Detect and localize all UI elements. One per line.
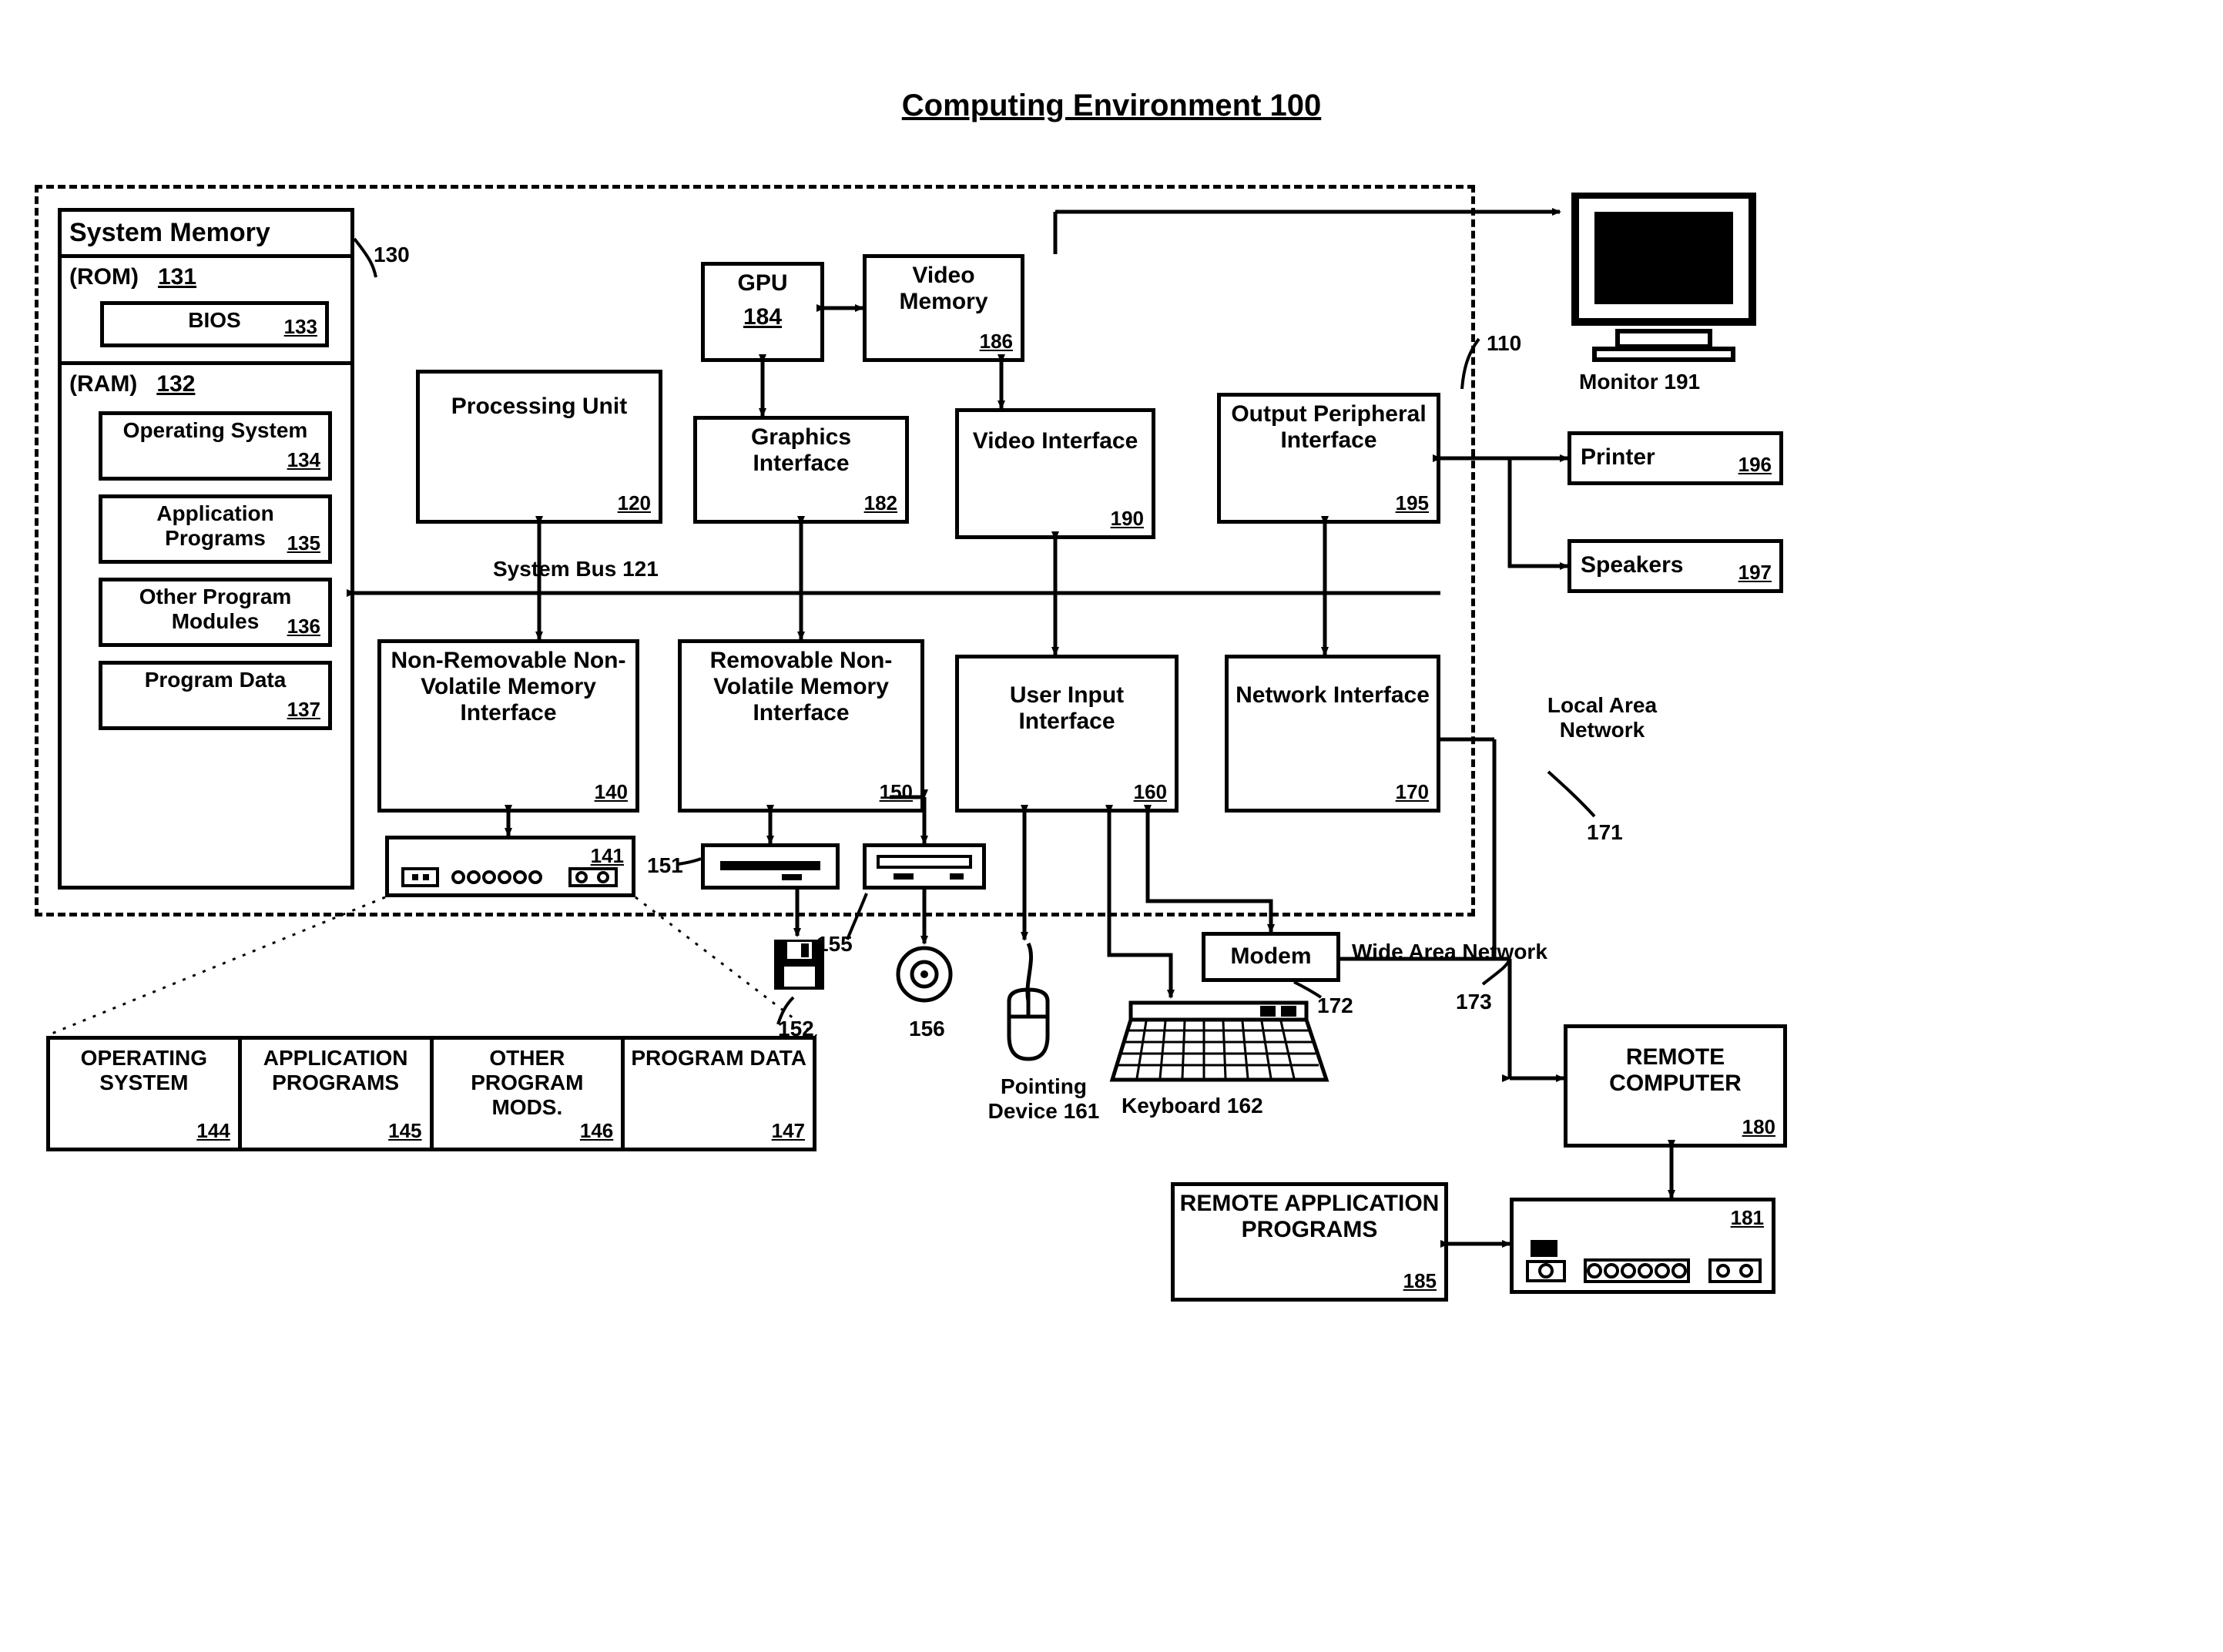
lan-ref: 171 <box>1587 820 1623 845</box>
graphics-interface-ref: 182 <box>864 491 897 515</box>
user-input-ref: 160 <box>1134 780 1167 804</box>
video-memory-ref: 186 <box>980 330 1013 354</box>
hdd-content-cell: PROGRAM DATA 147 <box>625 1040 813 1148</box>
wan-ref: 173 <box>1456 990 1492 1014</box>
video-interface-ref: 190 <box>1111 507 1144 531</box>
video-memory: Video Memory 186 <box>863 254 1024 362</box>
ram-item-label: Operating System <box>106 418 325 443</box>
pointing-device-label: Pointing Device 161 <box>974 1074 1113 1124</box>
hdd-content-ref: 147 <box>772 1119 805 1143</box>
mouse-icon <box>994 940 1063 1067</box>
remote-apps: REMOTE APPLICATION PROGRAMS 185 <box>1171 1182 1448 1302</box>
removable-label: Removable Non-Volatile Memory Interface <box>686 648 916 726</box>
remote-apps-ref: 185 <box>1403 1269 1437 1293</box>
diagram-title: Computing Environment 100 <box>0 89 2223 123</box>
gpu: GPU 184 <box>701 262 824 362</box>
output-periph-label: Output Peripheral Interface <box>1226 401 1432 454</box>
graphics-interface: Graphics Interface 182 <box>693 416 909 524</box>
ram-item-ref: 135 <box>287 531 320 555</box>
monitor-label: Monitor 191 <box>1579 370 1700 394</box>
video-interface-label: Video Interface <box>964 428 1147 454</box>
hdd-content-cell: OTHER PROGRAM MODS.146 <box>434 1040 625 1148</box>
user-input-label: User Input Interface <box>964 682 1170 735</box>
system-bus-label: System Bus 121 <box>493 557 659 581</box>
hdd-contents: OPERATING SYSTEM 144 APPLICATION PROGRAMS 1… <box>46 1036 816 1151</box>
ram-ref: 132 <box>156 371 195 397</box>
rom-label: (ROM) <box>69 264 139 290</box>
monitor-icon <box>1564 193 1764 362</box>
hdd-content-cell: OPERATING SYSTEM 144 <box>50 1040 242 1148</box>
processing-unit-label: Processing Unit <box>424 394 654 420</box>
gpu-ref: 184 <box>709 304 816 330</box>
printer-ref: 196 <box>1738 453 1772 477</box>
nonremovable-ref: 140 <box>595 780 628 804</box>
output-periph-ref: 195 <box>1396 491 1429 515</box>
nonremovable-label: Non-Removable Non-Volatile Memory Interf… <box>386 648 631 726</box>
output-peripheral-interface: Output Peripheral Interface 195 <box>1217 393 1440 524</box>
system-memory-ref: 130 <box>374 243 410 267</box>
nonremovable-mem-if: Non-Removable Non-Volatile Memory Interf… <box>377 639 639 813</box>
user-input-interface: User Input Interface 160 <box>955 655 1179 813</box>
removable-mem-if: Removable Non-Volatile Memory Interface … <box>678 639 924 813</box>
video-interface: Video Interface 190 <box>955 408 1155 539</box>
printer: Printer 196 <box>1568 431 1783 485</box>
hdd-content-ref: 146 <box>580 1119 613 1143</box>
ram-item-ref: 137 <box>287 698 320 722</box>
floppy-drive-icon <box>701 843 840 890</box>
speakers-label: Speakers <box>1581 552 1683 578</box>
system-memory-header: System Memory <box>62 212 350 258</box>
bios-ref: 133 <box>284 315 317 339</box>
ram-item: Other Program Modules136 <box>99 578 332 647</box>
boundary-ref: 110 <box>1487 331 1521 356</box>
removable-ref: 150 <box>880 780 913 804</box>
speakers: Speakers 197 <box>1568 539 1783 593</box>
floppy-disk-icon <box>770 936 832 1001</box>
bios-label: BIOS <box>188 308 240 332</box>
hdd-icon: 141 <box>385 836 635 897</box>
hdd-content-label: PROGRAM DATA <box>629 1046 808 1071</box>
cd-drive-icon <box>863 843 986 890</box>
video-memory-label: Video Memory <box>871 263 1016 315</box>
processing-unit-ref: 120 <box>618 491 651 515</box>
graphics-interface-label: Graphics Interface <box>702 424 900 477</box>
hdd-content-ref: 145 <box>388 1119 421 1143</box>
floppy-drive-ref: 151 <box>647 853 683 878</box>
ram-item: Program Data 137 <box>99 661 332 730</box>
network-if-ref: 170 <box>1396 780 1429 804</box>
cd-icon <box>894 943 955 1009</box>
lan-label: Local Area Network <box>1502 693 1702 742</box>
modem-label: Modem <box>1231 943 1312 969</box>
printer-label: Printer <box>1581 444 1655 470</box>
hdd-content-label: OPERATING SYSTEM <box>55 1046 233 1095</box>
network-interface: Network Interface 170 <box>1225 655 1440 813</box>
network-if-label: Network Interface <box>1233 682 1432 709</box>
hdd-content-label: APPLICATION PROGRAMS <box>246 1046 425 1095</box>
ram-label: (RAM) <box>69 371 137 397</box>
remote-computer: REMOTE COMPUTER 180 <box>1564 1024 1787 1148</box>
remote-computer-label: REMOTE COMPUTER <box>1572 1044 1779 1097</box>
hdd-content-ref: 144 <box>196 1119 230 1143</box>
rom-ref: 131 <box>158 264 196 290</box>
modem: Modem <box>1202 932 1340 982</box>
cd-ref: 156 <box>909 1017 945 1041</box>
gpu-label: GPU <box>709 270 816 297</box>
ram-item-ref: 136 <box>287 615 320 638</box>
ram-item-ref: 134 <box>287 448 320 472</box>
remote-apps-label: REMOTE APPLICATION PROGRAMS <box>1179 1191 1440 1243</box>
keyboard-icon <box>1108 1000 1331 1092</box>
remote-computer-ref: 180 <box>1742 1115 1775 1139</box>
ram-item: Operating System 134 <box>99 411 332 481</box>
ram-item: Application Programs135 <box>99 494 332 564</box>
ram-item-label: Program Data <box>106 668 325 692</box>
speakers-ref: 197 <box>1738 561 1772 585</box>
processing-unit: Processing Unit 120 <box>416 370 662 524</box>
remote-drive-icon: 181 <box>1510 1198 1775 1294</box>
keyboard-label: Keyboard 162 <box>1122 1094 1263 1118</box>
wan-label: Wide Area Network <box>1352 940 1547 964</box>
hdd-content-cell: APPLICATION PROGRAMS 145 <box>242 1040 434 1148</box>
system-memory: System Memory (ROM) 131 BIOS 133 (RAM) 1… <box>58 208 354 890</box>
hdd-content-label: OTHER PROGRAM MODS. <box>438 1046 617 1120</box>
